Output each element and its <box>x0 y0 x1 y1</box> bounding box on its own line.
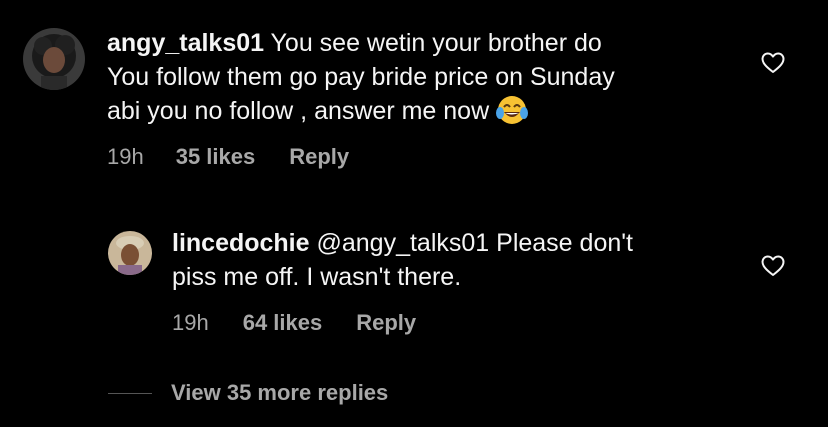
avatar-lincedochie[interactable] <box>108 231 152 275</box>
username-link[interactable]: angy_talks01 <box>107 29 264 57</box>
comment-meta: 19h 35 likes Reply <box>107 144 349 170</box>
divider-line <box>108 392 152 394</box>
comment-timestamp: 19h <box>107 144 144 169</box>
mention-link[interactable]: @angy_talks01 <box>310 229 489 257</box>
view-more-replies-label[interactable]: View 35 more replies <box>171 380 388 406</box>
comment-text-line2: piss me off. I wasn't there. <box>172 263 462 291</box>
view-more-replies-button[interactable]: View 35 more replies <box>108 380 388 406</box>
heart-outline-icon[interactable] <box>761 255 787 279</box>
reply-button[interactable]: Reply <box>356 310 416 336</box>
comment-text-line3: abi you no follow , answer me now <box>107 97 497 125</box>
likes-count[interactable]: 35 likes <box>176 144 256 170</box>
heart-outline-icon[interactable] <box>761 52 787 76</box>
comment-text-line1: Please don't <box>489 229 633 257</box>
comment-text: lincedochie @angy_talks01 Please don't p… <box>172 226 732 294</box>
comment-meta: 19h 64 likes Reply <box>172 310 416 336</box>
comment-timestamp: 19h <box>172 310 209 335</box>
reply-button[interactable]: Reply <box>289 144 349 170</box>
likes-count[interactable]: 64 likes <box>243 310 323 336</box>
comment-text-line2: You follow them go pay bride price on Su… <box>107 63 615 91</box>
username-link[interactable]: lincedochie <box>172 229 310 257</box>
comment-text-line1: You see wetin your brother do <box>264 29 602 57</box>
face-with-tears-of-joy-icon <box>496 95 529 134</box>
avatar-angy-talks01[interactable] <box>23 28 85 90</box>
comment-text: angy_talks01 You see wetin your brother … <box>107 26 747 134</box>
